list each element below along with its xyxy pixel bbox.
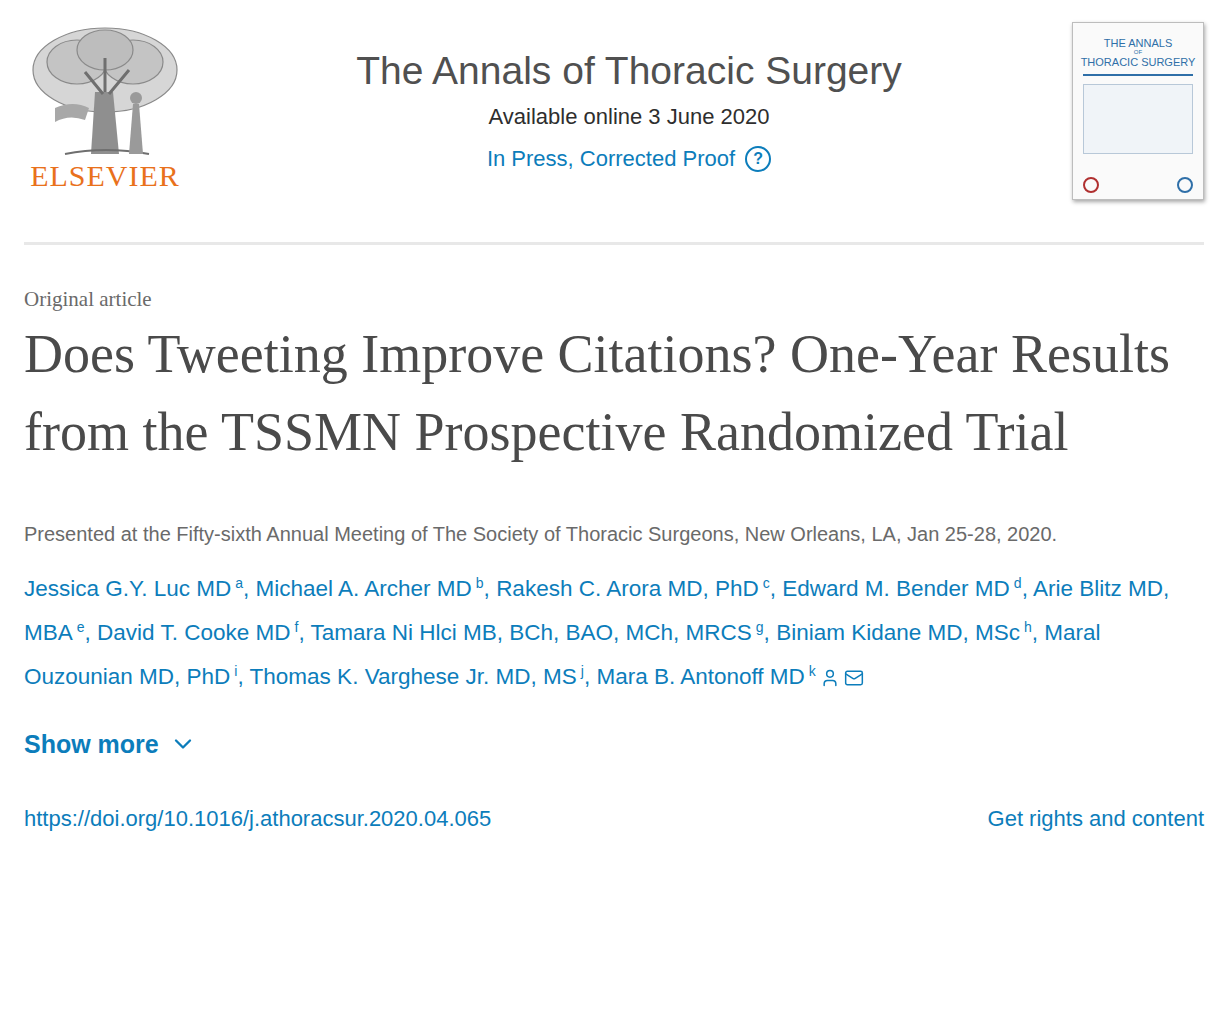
- affiliation-mark: b: [476, 575, 484, 591]
- affiliation-mark: d: [1014, 575, 1022, 591]
- cover-seals: [1083, 177, 1193, 193]
- show-more-button[interactable]: Show more: [24, 724, 197, 764]
- rights-link[interactable]: Get rights and content: [988, 804, 1204, 834]
- article-title: Does Tweeting Improve Citations? One-Yea…: [24, 315, 1194, 471]
- author-link[interactable]: David T. Cooke MDf: [97, 620, 298, 645]
- available-date: Available online 3 June 2020: [489, 102, 770, 132]
- author-list: Jessica G.Y. Luc MDa, Michael A. Archer …: [24, 567, 1184, 699]
- page-header: ELSEVIER The Annals of Thoracic Surgery Av…: [24, 22, 1204, 202]
- status-text[interactable]: In Press, Corrected Proof: [487, 144, 735, 174]
- cover-figure: [1083, 84, 1193, 154]
- author-link[interactable]: Tamara Ni Hlci MB, BCh, BAO, MCh, MRCSg: [310, 620, 763, 645]
- article-page: ELSEVIER The Annals of Thoracic Surgery Av…: [0, 0, 1232, 834]
- author-link[interactable]: Jessica G.Y. Luc MDa: [24, 576, 243, 601]
- cover-title: THORACIC SURGERY: [1081, 56, 1196, 68]
- affiliation-mark: i: [234, 663, 237, 679]
- doi-link[interactable]: https://doi.org/10.1016/j.athoracsur.202…: [24, 804, 491, 834]
- elsevier-logo[interactable]: ELSEVIER: [24, 22, 186, 192]
- affiliation-mark: j: [581, 663, 584, 679]
- status-row[interactable]: In Press, Corrected Proof?: [487, 144, 771, 174]
- affiliation-mark: a: [235, 575, 243, 591]
- journal-cover[interactable]: THE ANNALSOFTHORACIC SURGERY: [1072, 22, 1204, 200]
- help-icon[interactable]: ?: [745, 146, 771, 172]
- affiliation-mark: f: [294, 619, 298, 635]
- affiliation-mark: c: [763, 575, 770, 591]
- article-type: Original article: [24, 285, 1204, 313]
- affiliation-mark: e: [77, 619, 85, 635]
- cover-title: OF: [1134, 49, 1142, 56]
- seal-icon: [1177, 177, 1193, 193]
- author-link[interactable]: Biniam Kidane MD, MSch: [776, 620, 1032, 645]
- elsevier-tree-icon: [25, 22, 185, 164]
- cover-rule: [1083, 74, 1193, 76]
- author-link[interactable]: Edward M. Bender MDd: [782, 576, 1021, 601]
- cover-title: THE ANNALS: [1104, 37, 1172, 49]
- chevron-down-icon: [169, 730, 197, 758]
- presentation-note: Presented at the Fifty-sixth Annual Meet…: [24, 512, 1134, 556]
- seal-icon: [1083, 177, 1099, 193]
- journal-title[interactable]: The Annals of Thoracic Surgery: [356, 46, 902, 96]
- author-link[interactable]: Mara B. Antonoff MDk: [596, 664, 863, 689]
- author-link[interactable]: Rakesh C. Arora MD, PhDc: [496, 576, 770, 601]
- envelope-icon[interactable]: [844, 668, 864, 688]
- affiliation-mark: h: [1024, 619, 1032, 635]
- person-icon[interactable]: [820, 668, 840, 688]
- affiliation-mark: g: [756, 619, 764, 635]
- author-link[interactable]: Thomas K. Varghese Jr. MD, MSj: [250, 664, 584, 689]
- article-links: https://doi.org/10.1016/j.athoracsur.202…: [24, 804, 1204, 834]
- affiliation-mark: k: [809, 663, 816, 679]
- header-divider: [24, 242, 1204, 245]
- author-link[interactable]: Michael A. Archer MDb: [255, 576, 483, 601]
- journal-info: The Annals of Thoracic Surgery Available …: [186, 22, 1072, 174]
- publisher-name: ELSEVIER: [30, 160, 180, 192]
